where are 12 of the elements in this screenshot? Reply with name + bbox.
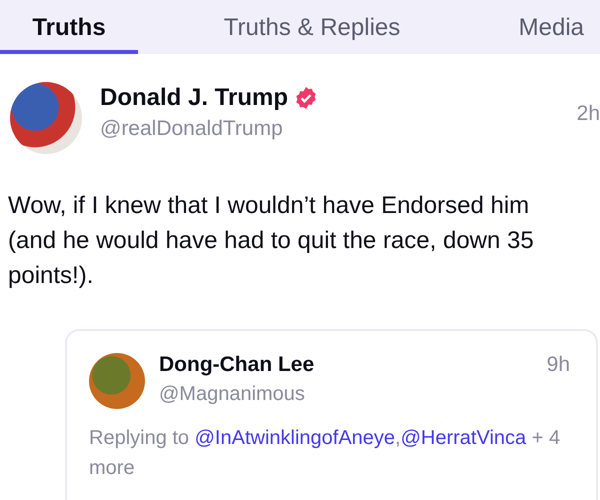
mention-link[interactable]: @InAtwinklingofAneye xyxy=(194,427,396,449)
post-text: Wow, if I knew that I wouldn’t have Endorsed him (and he would have had to quit the race, down 35 points!). xyxy=(8,191,535,291)
tab[interactable]: Truths & Replies xyxy=(142,0,482,54)
replying-to-text: Replying to @InAtwinklingofAneye,@HerratVinca + 4 more xyxy=(89,426,562,481)
tab[interactable]: Truths xyxy=(0,0,138,54)
quoted-post[interactable]: Dong-Chan Lee @Magnanimous 9h Replying to @InAtwinklingofAneye,@HerratVinca + 4 more xyxy=(65,329,598,500)
author-name[interactable]: Dong-Chan Lee xyxy=(159,351,314,379)
tab[interactable]: Media xyxy=(482,0,600,54)
post-time: 2h xyxy=(576,102,600,126)
mention-link[interactable]: @HerratVinca xyxy=(400,427,526,449)
post-time: 9h xyxy=(546,353,570,377)
author-name[interactable]: Donald J. Trump xyxy=(100,82,288,114)
